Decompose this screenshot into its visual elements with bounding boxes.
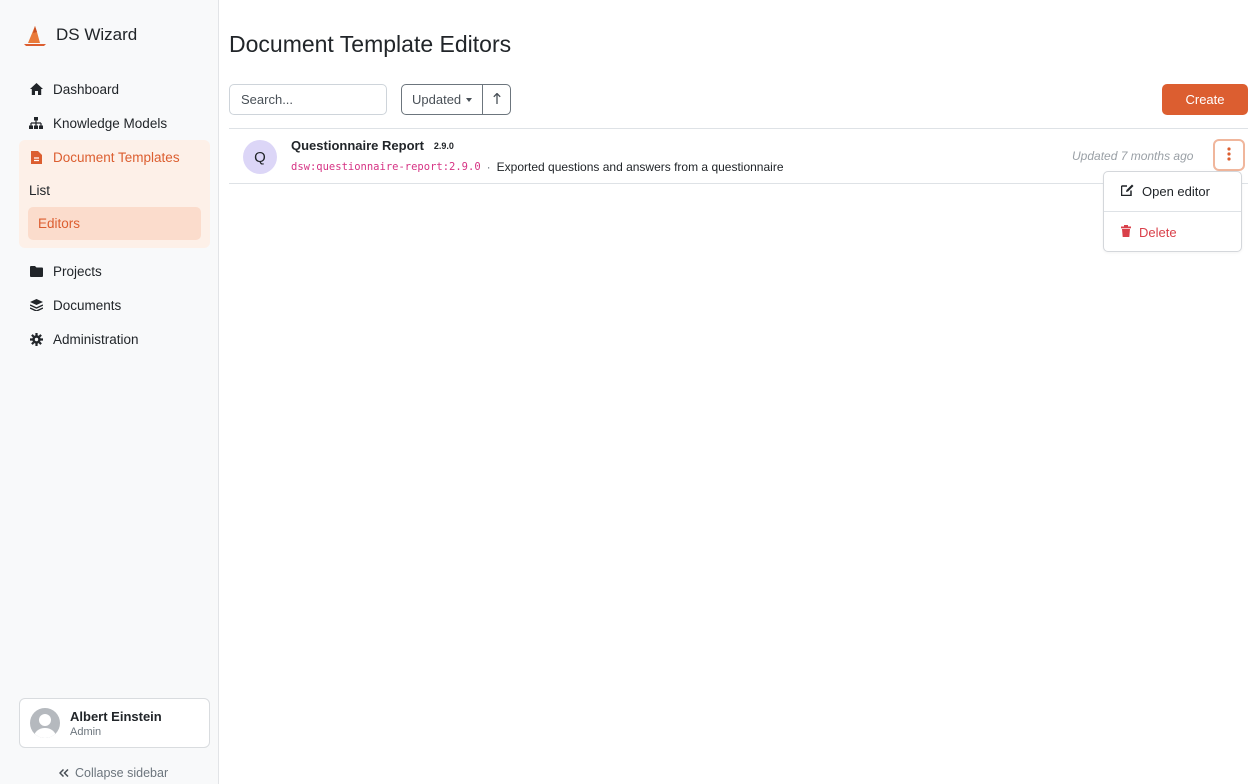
sidebar-nav: Dashboard Knowledge Models Document Temp… — [19, 72, 210, 356]
sidebar-item-knowledge-models[interactable]: Knowledge Models — [19, 106, 210, 140]
page-title: Document Template Editors — [229, 31, 512, 57]
layers-icon — [29, 298, 43, 312]
collapse-sidebar-label: Collapse sidebar — [75, 766, 169, 780]
template-initial-avatar: Q — [243, 140, 277, 174]
template-version: 2.9.0 — [433, 140, 454, 151]
caret-down-icon — [466, 97, 473, 102]
user-profile-button[interactable]: Albert Einstein Admin — [19, 698, 210, 748]
template-name[interactable]: Questionnaire Report — [291, 138, 424, 153]
sidebar-item-dashboard[interactable]: Dashboard — [19, 72, 210, 106]
dropdown-divider — [1104, 211, 1241, 212]
avatar — [30, 708, 60, 738]
delete-label: Delete — [1139, 224, 1177, 240]
brand-name: DS Wizard — [56, 25, 138, 44]
gear-icon — [29, 332, 43, 346]
sort-control: Updated — [401, 84, 512, 115]
open-editor-menu-item[interactable]: Open editor — [1104, 172, 1241, 210]
sort-field-label: Updated — [412, 92, 462, 107]
sidebar-subitem-label: Editors — [38, 216, 81, 231]
brand[interactable]: DS Wizard — [22, 24, 137, 46]
template-description: Exported questions and answers from a qu… — [496, 160, 784, 174]
edit-icon — [1120, 184, 1134, 199]
sort-field-dropdown[interactable]: Updated — [402, 85, 482, 114]
meta-separator: · — [486, 160, 491, 174]
wizard-hat-logo-icon — [24, 26, 46, 46]
sidebar-item-projects[interactable]: Projects — [19, 254, 210, 288]
user-name: Albert Einstein — [70, 708, 162, 724]
sidebar-subitem-editors[interactable]: Editors — [28, 207, 201, 240]
sitemap-icon — [29, 116, 43, 130]
sidebar-item-label: Administration — [53, 331, 139, 347]
delete-menu-item[interactable]: Delete — [1104, 213, 1241, 251]
home-icon — [29, 82, 43, 96]
folder-icon — [29, 264, 43, 278]
arrow-up-icon — [492, 92, 501, 107]
file-icon — [29, 150, 43, 164]
sidebar-item-administration[interactable]: Administration — [19, 322, 210, 356]
sidebar-item-label: Knowledge Models — [53, 115, 168, 131]
sidebar-subitem-list[interactable]: List — [19, 174, 201, 207]
collapse-sidebar-button[interactable]: Collapse sidebar — [58, 766, 169, 780]
template-meta: dsw:questionnaire-report:2.9.0 · Exporte… — [291, 160, 784, 174]
updated-timestamp: Updated 7 months ago — [1072, 149, 1194, 163]
create-button[interactable]: Create — [1162, 84, 1248, 115]
sidebar-item-label: Projects — [53, 263, 102, 279]
user-role: Admin — [70, 725, 102, 738]
sidebar-item-label: Dashboard — [53, 81, 120, 97]
sidebar-item-document-templates[interactable]: Document Templates — [19, 140, 210, 174]
sidebar-item-documents[interactable]: Documents — [19, 288, 210, 322]
sidebar-item-label: Documents — [53, 297, 122, 313]
search-input[interactable] — [229, 84, 387, 115]
sort-direction-button[interactable] — [482, 85, 510, 114]
list-divider-bottom — [229, 183, 1248, 184]
open-editor-label: Open editor — [1142, 183, 1210, 199]
template-title: Questionnaire Report 2.9.0 — [291, 138, 454, 153]
list-divider-top — [229, 128, 1248, 129]
trash-icon — [1121, 224, 1131, 240]
sidebar-item-label: Document Templates — [53, 149, 180, 165]
double-chevron-left-icon — [58, 766, 69, 780]
sidebar-group-document-templates: Document Templates List Editors — [19, 140, 210, 248]
row-actions-button[interactable] — [1213, 139, 1245, 171]
row-actions-dropdown: Open editor Delete — [1103, 171, 1242, 252]
vertical-dots-icon — [1227, 146, 1231, 164]
sidebar: DS Wizard Dashboard Knowledge Models Doc… — [0, 0, 219, 784]
sidebar-subitem-label: List — [29, 183, 51, 198]
template-id: dsw:questionnaire-report:2.9.0 — [291, 161, 481, 173]
